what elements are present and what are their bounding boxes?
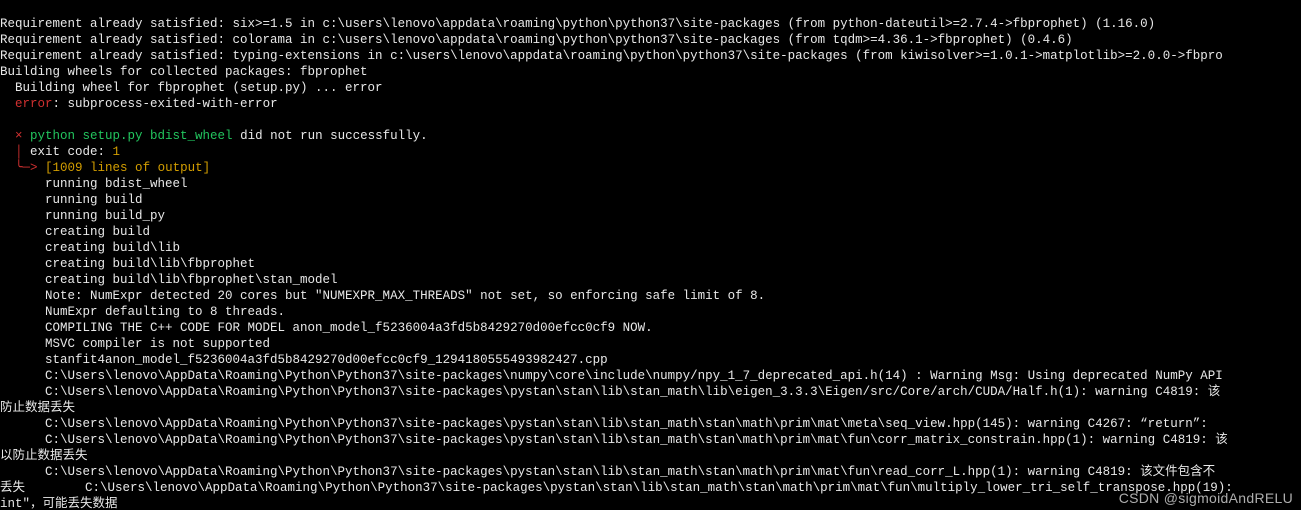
log-line: C:\Users\lenovo\AppData\Roaming\Python\P… [25,481,1233,495]
log-line: Building wheel for fbprophet (setup.py) … [0,81,383,95]
colon: : [53,97,68,111]
terminal-output: Requirement already satisfied: six>=1.5 … [0,0,1301,510]
log-line: running bdist_wheel [0,177,188,191]
log-line: did not run successfully. [233,129,428,143]
log-line: creating build\lib [0,241,180,255]
log-line: MSVC compiler is not supported [0,337,270,351]
log-line: C:\Users\lenovo\AppData\Roaming\Python\P… [0,465,1215,479]
log-line: running build [0,193,143,207]
log-line: C:\Users\lenovo\AppData\Roaming\Python\P… [0,369,1223,383]
error-message: subprocess-exited-with-error [68,97,278,111]
log-line: NumExpr defaulting to 8 threads. [0,305,285,319]
log-line: 防止数据丢失 [0,401,75,415]
exit-code-value: 1 [113,145,121,159]
output-line-count: [1009 lines of output] [45,161,210,175]
log-line: creating build\lib\fbprophet [0,257,255,271]
log-line: C:\Users\lenovo\AppData\Roaming\Python\P… [0,385,1220,399]
log-line: Requirement already satisfied: typing-ex… [0,49,1223,63]
exit-code-label: exit code: [30,145,113,159]
log-line: 以防止数据丢失 [0,449,88,463]
error-label: error [0,97,53,111]
log-line: running build_py [0,209,165,223]
log-line: creating build [0,225,150,239]
log-line: int"，可能丢失数据 [0,497,118,510]
log-line: creating build\lib\fbprophet\stan_model [0,273,338,287]
log-line: stanfit4anon_model_f5236004a3fd5b8429270… [0,353,608,367]
arrow-icon: ╰─> [0,161,45,175]
log-line: C:\Users\lenovo\AppData\Roaming\Python\P… [0,433,1228,447]
log-line: Requirement already satisfied: colorama … [0,33,1073,47]
log-line: Requirement already satisfied: six>=1.5 … [0,17,1155,31]
cross-icon: × [0,129,30,143]
log-line: COMPILING THE C++ CODE FOR MODEL anon_mo… [0,321,653,335]
log-line: 丢失 [0,481,25,495]
log-line: Note: NumExpr detected 20 cores but "NUM… [0,289,765,303]
box-char: │ [0,145,30,159]
watermark: CSDN @sigmoidAndRELU [1119,490,1293,506]
log-line: C:\Users\lenovo\AppData\Roaming\Python\P… [0,417,1208,431]
log-line: Building wheels for collected packages: … [0,65,368,79]
python-command: python setup.py bdist_wheel [30,129,233,143]
